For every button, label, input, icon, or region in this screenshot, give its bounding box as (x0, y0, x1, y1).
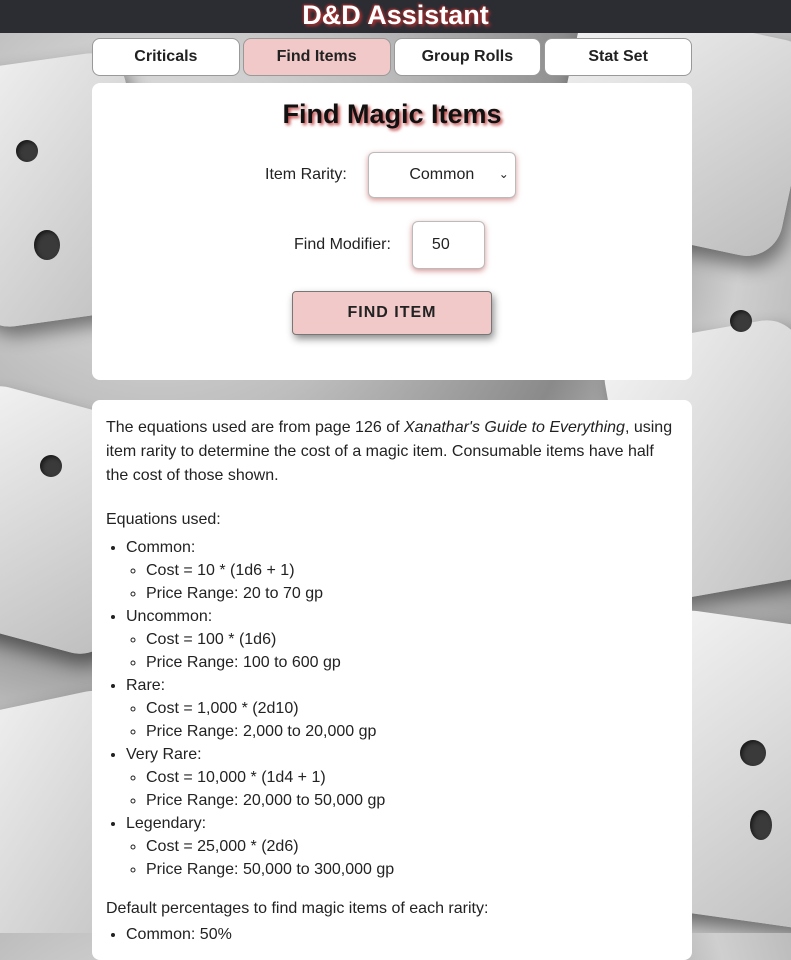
intro-text: The equations used are from page 126 of … (106, 416, 678, 488)
list-item: Price Range: 20 to 70 gp (146, 582, 678, 605)
tab-find-items[interactable]: Find Items (242, 38, 391, 76)
find-item-button[interactable]: FIND ITEM (292, 291, 492, 335)
page-title: Find Magic Items (282, 99, 502, 129)
rarity-name: Very Rare: (126, 746, 202, 763)
rarity-row: Item Rarity: Common ⌄ (265, 152, 516, 198)
app-title: D&D Assistant (302, 0, 489, 30)
modifier-row: Find Modifier: 50 (294, 221, 485, 269)
list-item: Price Range: 2,000 to 20,000 gp (146, 720, 678, 743)
intro-pre: The equations used are from page 126 of (106, 419, 404, 436)
rarity-select-value: Common (409, 166, 475, 183)
defaults-list: Common: 50% (106, 923, 678, 946)
list-item: Common: 50% (126, 923, 678, 946)
find-items-card: Find Magic Items Item Rarity: Common ⌄ F… (92, 83, 692, 380)
defaults-heading: Default percentages to find magic items … (106, 900, 489, 917)
list-item: Cost = 10,000 * (1d4 + 1) (146, 766, 678, 789)
rarity-name: Legendary: (126, 815, 207, 832)
list-item: Common: Cost = 10 * (1d6 + 1)Price Range… (126, 536, 678, 605)
tab-stat-set[interactable]: Stat Set (544, 38, 692, 76)
find-modifier-input[interactable]: 50 (411, 221, 485, 269)
list-item: Price Range: 50,000 to 300,000 gp (146, 858, 678, 881)
rarity-select[interactable]: Common ⌄ (367, 152, 516, 198)
rarity-name: Rare: (126, 677, 166, 694)
tab-group-rolls[interactable]: Group Rolls (393, 38, 542, 76)
equations-list: Common: Cost = 10 * (1d6 + 1)Price Range… (106, 536, 678, 881)
modifier-label: Find Modifier: (294, 236, 391, 253)
equations-heading: Equations used: (106, 511, 221, 528)
list-item: Cost = 100 * (1d6) (146, 628, 678, 651)
list-item: Legendary: Cost = 25,000 * (2d6)Price Ra… (126, 812, 678, 881)
rarity-label: Item Rarity: (265, 166, 347, 183)
info-card: The equations used are from page 126 of … (92, 400, 692, 960)
rarity-name: Uncommon: (126, 608, 213, 625)
tab-bar: Criticals Find Items Group Rolls Stat Se… (92, 38, 692, 78)
chevron-down-icon: ⌄ (498, 167, 509, 181)
list-item: Uncommon: Cost = 100 * (1d6)Price Range:… (126, 605, 678, 674)
book-title: Xanathar's Guide to Everything (403, 419, 625, 436)
list-item: Cost = 1,000 * (2d10) (146, 697, 678, 720)
list-item: Price Range: 20,000 to 50,000 gp (146, 789, 678, 812)
list-item: Cost = 25,000 * (2d6) (146, 835, 678, 858)
rarity-name: Common: (126, 539, 196, 556)
list-item: Rare: Cost = 1,000 * (2d10)Price Range: … (126, 674, 678, 743)
list-item: Very Rare: Cost = 10,000 * (1d4 + 1)Pric… (126, 743, 678, 812)
list-item: Cost = 10 * (1d6 + 1) (146, 559, 678, 582)
tab-criticals[interactable]: Criticals (92, 38, 240, 76)
top-bar: D&D Assistant (0, 0, 791, 33)
list-item: Price Range: 100 to 600 gp (146, 651, 678, 674)
